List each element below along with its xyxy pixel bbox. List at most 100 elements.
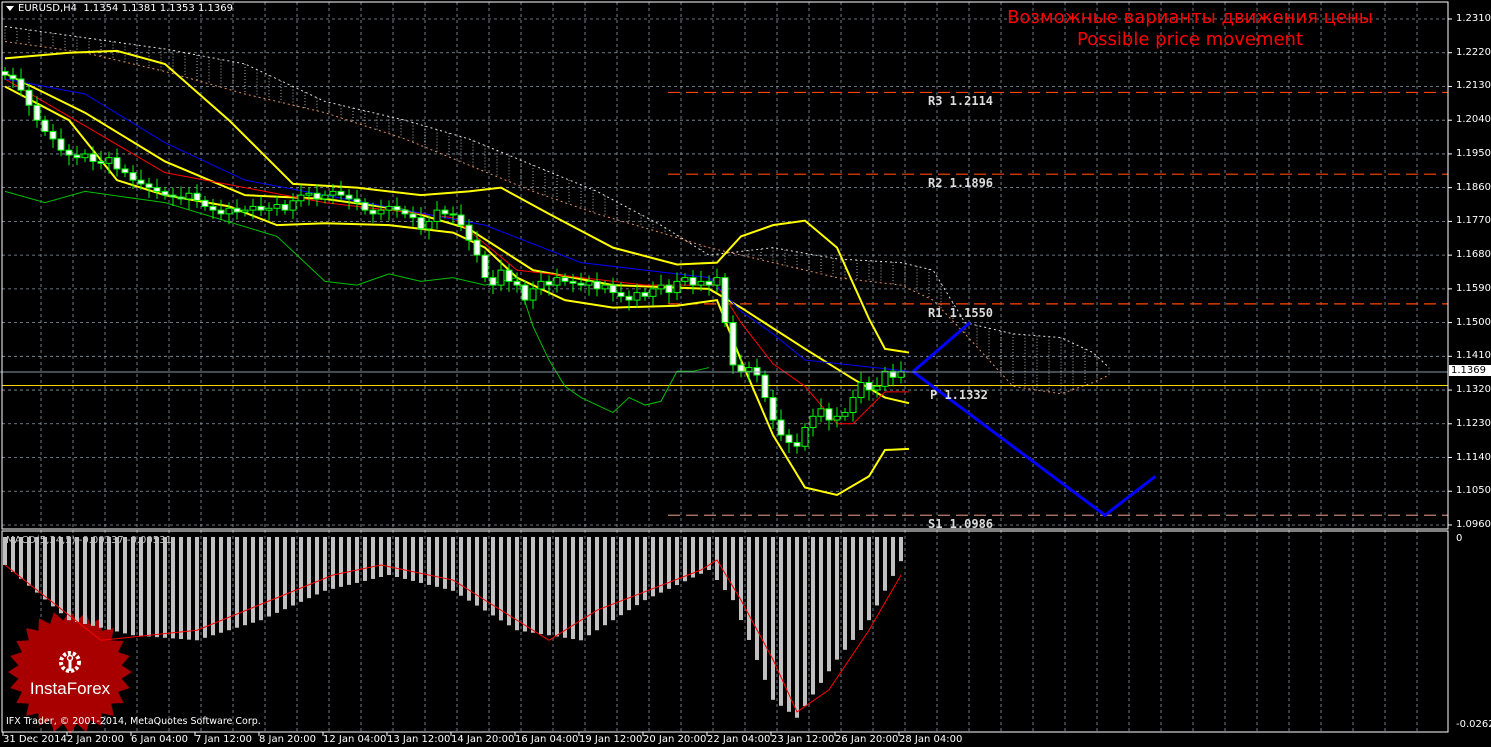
- macd-bar: [675, 537, 679, 586]
- macd-bar: [83, 537, 87, 624]
- annotation-title: Возможные варианты движения цены Possibl…: [960, 7, 1420, 51]
- macd-bar: [835, 537, 839, 660]
- candle-bear: [417, 217, 425, 230]
- candle-bear: [793, 442, 801, 447]
- pivot-label-r3: R3 1.2114: [928, 94, 994, 109]
- macd-bar: [123, 537, 127, 634]
- candle-bear: [617, 292, 625, 297]
- candle-bull: [433, 209, 441, 222]
- macd-bar: [147, 537, 151, 637]
- close-price: 1.1369: [197, 3, 233, 14]
- price-tick-label: 1.1230: [1456, 417, 1491, 429]
- candle-bull: [321, 194, 329, 200]
- candle-bull: [673, 280, 681, 294]
- time-tick-label: 19 Jan 12:00: [579, 734, 643, 745]
- macd-bar: [75, 537, 79, 623]
- candle-bear: [9, 74, 17, 80]
- macd-bar: [595, 537, 599, 631]
- candle-bull: [881, 370, 889, 387]
- candle-bear: [161, 190, 169, 196]
- candle-bear: [545, 280, 553, 286]
- macd-bar: [859, 537, 863, 631]
- macd-bar: [211, 537, 215, 636]
- time-tick-label: 6 Jan 04:00: [131, 734, 188, 745]
- chart-header: EURUSD,H4 1.1354 1.1381 1.1353 1.1369: [6, 3, 233, 14]
- candle-bear: [113, 157, 121, 170]
- price-tick-label: 1.1770: [1456, 215, 1491, 227]
- candle-bear: [465, 224, 473, 241]
- candle-bull: [377, 209, 385, 215]
- macd-bar: [875, 537, 879, 606]
- macd-bar: [59, 537, 63, 614]
- candle-bull: [633, 292, 641, 301]
- macd-bar: [51, 537, 55, 607]
- macd-bar: [827, 537, 831, 672]
- candle-bear: [409, 213, 417, 219]
- high-price: 1.1381: [121, 3, 157, 14]
- candle-bear: [89, 153, 97, 162]
- macd-bar: [115, 537, 119, 632]
- macd-bar: [683, 537, 687, 582]
- macd-bar: [787, 537, 791, 712]
- macd-bar: [739, 537, 743, 621]
- forecast-up-line: [912, 321, 971, 373]
- macd-bar: [171, 537, 175, 639]
- macd-bar: [355, 537, 359, 583]
- dropdown-triangle-icon[interactable]: [6, 5, 14, 11]
- macd-bar: [891, 537, 895, 576]
- time-tick-label: 13 Jan 12:00: [387, 734, 451, 745]
- macd-bar: [651, 537, 655, 597]
- macd-bar: [571, 537, 575, 640]
- macd-bar: [411, 537, 415, 581]
- macd-bar: [691, 537, 695, 578]
- candle-bull: [553, 277, 561, 286]
- candle-bear: [609, 284, 617, 294]
- time-tick-label: 2 Jan 20:00: [67, 734, 124, 745]
- macd-tick-label: -0.02621: [1456, 719, 1491, 730]
- time-tick-label: 31 Dec 2014: [3, 734, 67, 745]
- candle-bull: [289, 200, 297, 211]
- candle-bear: [689, 277, 697, 286]
- candle-bear: [353, 198, 361, 204]
- open-price: 1.1354: [83, 3, 119, 14]
- macd-tick-label: 0: [1456, 533, 1463, 544]
- candle-bear: [313, 192, 321, 200]
- candle-bear: [825, 408, 833, 421]
- price-chart[interactable]: InstaForex: [0, 0, 1491, 747]
- candle-bull: [241, 209, 249, 213]
- candle-bear: [337, 190, 345, 196]
- time-tick-label: 12 Jan 04:00: [323, 734, 387, 745]
- candle-bear: [129, 172, 137, 181]
- candle-bear: [361, 202, 369, 211]
- candle-bull: [81, 153, 89, 159]
- macd-bar: [107, 537, 111, 630]
- time-tick-label: 23 Jan 12:00: [771, 734, 835, 745]
- candle-bull: [425, 220, 433, 230]
- macd-bar: [611, 537, 615, 621]
- candle-bear: [345, 194, 353, 200]
- candle-bear: [1, 70, 9, 76]
- candle-bear: [257, 205, 265, 211]
- macd-bar: [619, 537, 623, 616]
- price-tick-label: 1.2040: [1456, 114, 1491, 126]
- pivot-label-r1: R1 1.1550: [928, 305, 994, 320]
- time-tick-label: 28 Jan 04:00: [899, 734, 963, 745]
- logo-text: InstaForex: [30, 679, 111, 698]
- candle-bear: [521, 284, 529, 301]
- macd-bar: [851, 537, 855, 640]
- candle-bear: [665, 284, 673, 294]
- macd-bar: [659, 537, 663, 593]
- candle-bull: [809, 415, 817, 429]
- macd-bar: [667, 537, 671, 589]
- candle-bear: [761, 374, 769, 399]
- candle-bear: [25, 89, 33, 106]
- candle-bear: [369, 209, 377, 215]
- candle-bear: [625, 295, 633, 301]
- candle-bull: [185, 192, 193, 200]
- price-tick-label: 1.2220: [1456, 46, 1491, 58]
- macd-panel: [3, 537, 903, 718]
- macd-bar: [843, 537, 847, 650]
- candle-bull: [657, 284, 665, 290]
- time-tick-label: 8 Jan 20:00: [259, 734, 316, 745]
- price-tick-label: 1.1500: [1456, 316, 1491, 328]
